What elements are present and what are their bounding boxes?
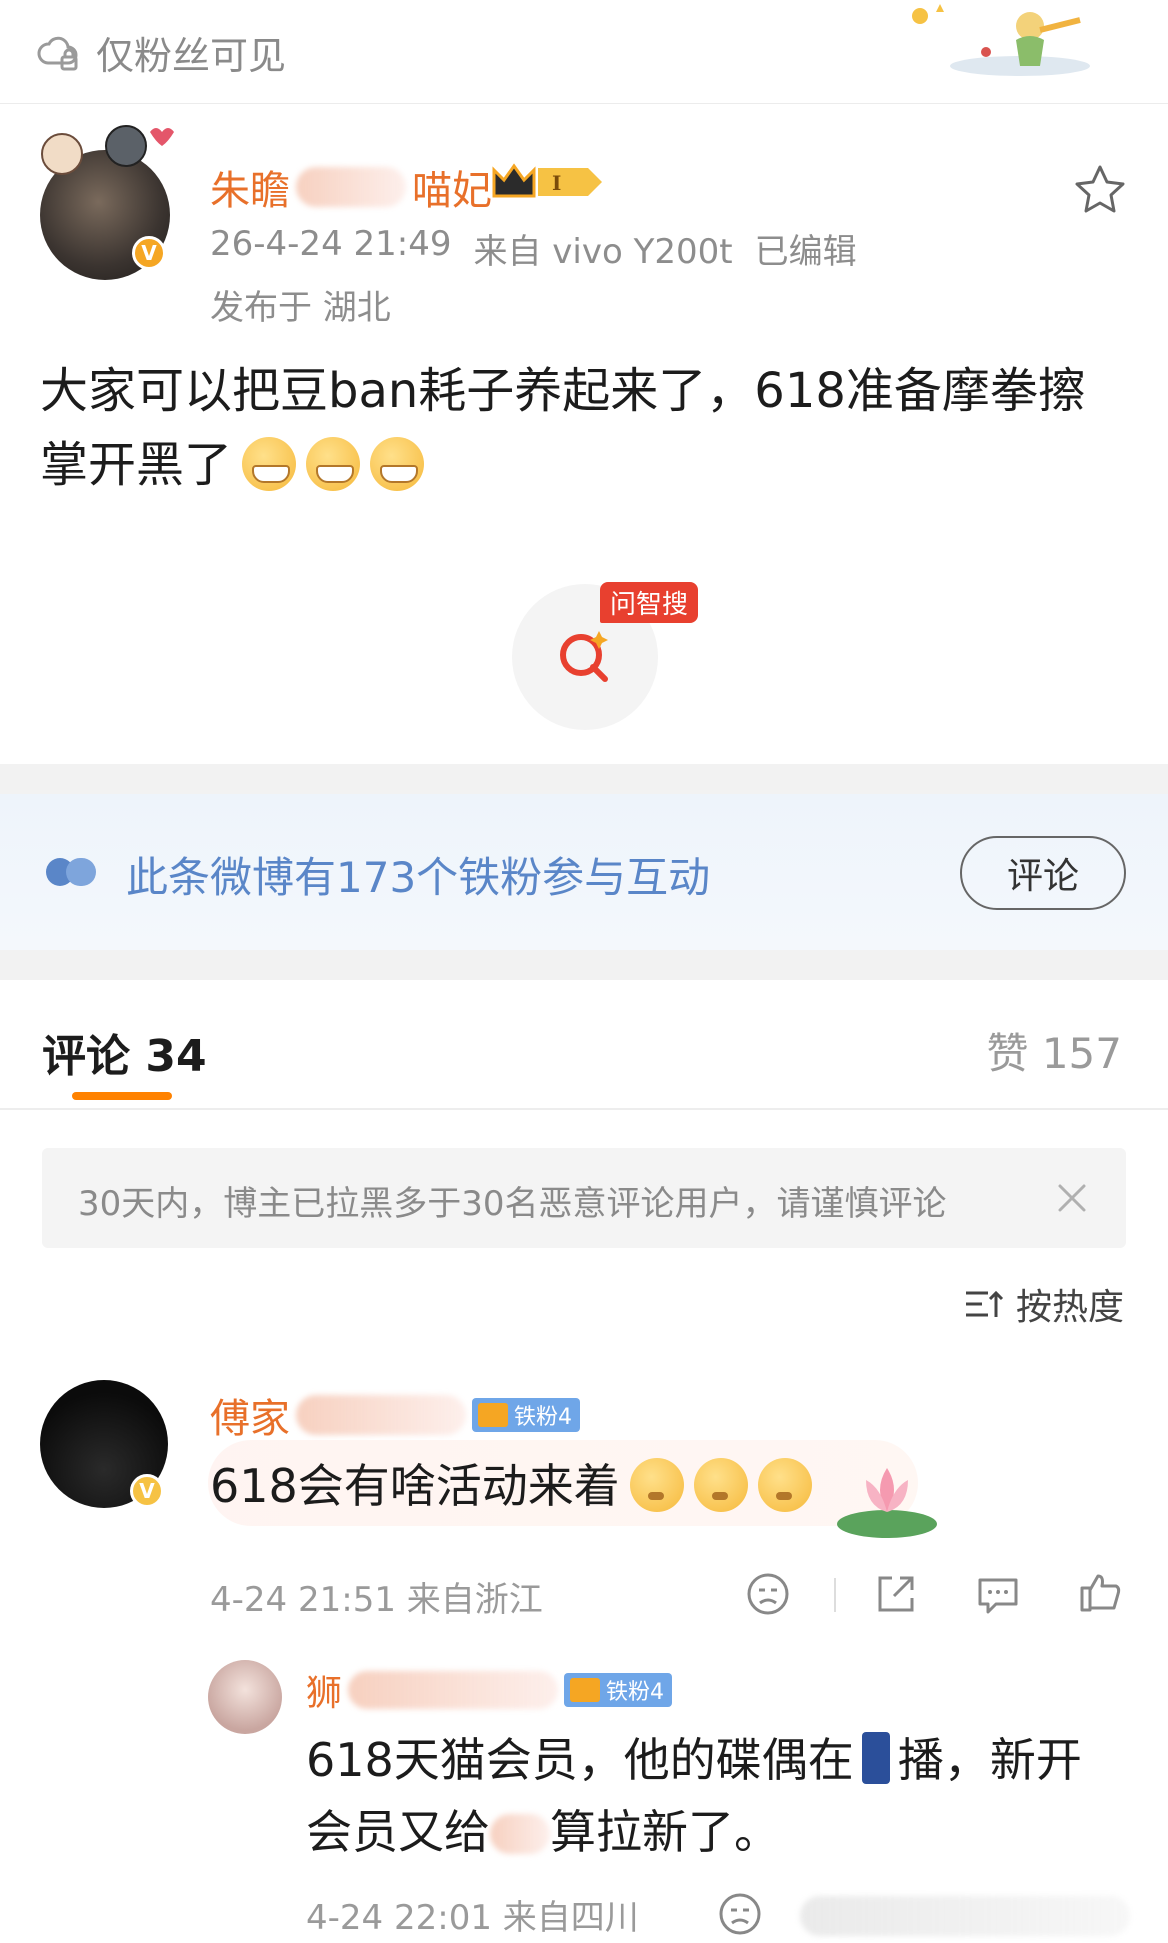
post-body-text: 大家可以把豆ban耗子养起来了，618准备摩拳擦掌开黑了 — [40, 363, 1086, 493]
comment-notice-text: 30天内，博主已拉黑多于30名恶意评论用户，请谨慎评论 — [78, 1184, 947, 1224]
comment-text-content: 618会有啥活动来着 — [210, 1459, 620, 1513]
reply-text-part3: 算拉新了。 — [550, 1805, 780, 1859]
active-tab-indicator — [72, 1092, 172, 1100]
dislike-face-icon[interactable] — [744, 1570, 792, 1618]
ask-search-tag: 问智搜 — [600, 582, 699, 623]
section-gap — [0, 950, 1168, 980]
author-name-tail: 喵妃 — [412, 168, 492, 214]
tab-comments-label: 评论 — [42, 1031, 130, 1082]
like-thumb-icon[interactable] — [1076, 1568, 1124, 1616]
verified-badge-icon: V — [130, 1474, 164, 1508]
post-timestamp: 26-4-24 21:49 — [210, 224, 452, 264]
fan-comment-button[interactable]: 评论 — [960, 836, 1126, 910]
tabs-divider — [0, 1108, 1168, 1110]
share-icon[interactable] — [872, 1570, 920, 1618]
commenter-name-visible: 傅家 — [210, 1396, 290, 1442]
reply-text-part1: 618天猫会员，他的碟偶在 — [306, 1733, 854, 1787]
verified-badge-icon: V — [132, 236, 166, 270]
fan-badge-label: 铁粉4 — [514, 1405, 572, 1430]
fan-interaction-text: 此条微博有173个铁粉参与互动 — [126, 853, 711, 902]
tab-likes-label: 赞 — [986, 1029, 1029, 1078]
reply-actions-redaction — [800, 1896, 1130, 1936]
shush-emoji-icon — [693, 1458, 748, 1512]
tab-comments-count: 34 — [145, 1031, 207, 1082]
fan-badge-label: 铁粉4 — [606, 1680, 665, 1705]
fan-badge-icon — [570, 1678, 601, 1702]
reply-name-visible: 狮 — [306, 1673, 343, 1714]
fan-level-badge: 铁粉4 — [564, 1673, 673, 1707]
commenter-name-redaction — [296, 1395, 466, 1435]
grinning-emoji-icon — [370, 437, 425, 491]
reply-text: 618天猫会员，他的碟偶在 播，新开会员又给 算拉新了。 — [306, 1724, 1126, 1868]
action-divider — [834, 1578, 836, 1612]
svg-text:I: I — [552, 171, 561, 195]
sort-label: 按热度 — [1015, 1287, 1124, 1328]
close-icon[interactable] — [1052, 1178, 1092, 1218]
post-meta: 26-4-24 21:49 来自 vivo Y200t 已编辑 — [210, 224, 857, 273]
author-name[interactable]: 朱瞻 喵妃 — [210, 158, 492, 216]
post-location: 发布于 湖北 — [210, 288, 391, 328]
reply-meta: 4-24 22:01 来自四川 — [306, 1898, 639, 1938]
section-gap — [0, 764, 1168, 794]
reply-name-redaction — [348, 1671, 559, 1709]
smart-search-icon — [560, 631, 608, 682]
comment-meta: 4-24 21:51 来自浙江 — [210, 1580, 543, 1620]
jeans-emoji-icon — [861, 1732, 890, 1784]
author-name-visible: 朱瞻 — [210, 168, 290, 214]
fan-interaction-icon — [46, 858, 96, 886]
sort-by-hot-button[interactable]: 按热度 — [964, 1278, 1124, 1330]
dislike-face-icon[interactable] — [716, 1890, 764, 1938]
reply-name[interactable]: 狮 铁粉4 — [306, 1664, 673, 1716]
tab-likes[interactable]: 赞 157 — [986, 1020, 1122, 1081]
grinning-emoji-icon — [242, 437, 297, 491]
author-name-redaction — [296, 167, 406, 207]
tab-likes-count: 157 — [1041, 1029, 1122, 1078]
privacy-indicator: 仅粉丝可见 — [36, 24, 286, 80]
sort-icon — [965, 1290, 1004, 1317]
reply-text-redaction — [490, 1814, 550, 1854]
shush-emoji-icon — [757, 1458, 812, 1512]
shush-emoji-icon — [629, 1458, 684, 1512]
post-source: 来自 vivo Y200t — [473, 232, 733, 272]
comment-text: 618会有啥活动来着 — [210, 1450, 812, 1516]
commenter-name[interactable]: 傅家 铁粉4 — [210, 1386, 580, 1444]
fan-badge-icon — [478, 1403, 508, 1427]
little-prince-decoration — [912, 4, 1090, 76]
fan-level-badge: 铁粉4 — [472, 1398, 580, 1432]
favorite-star-icon[interactable] — [1072, 162, 1128, 218]
post-edited: 已编辑 — [754, 232, 857, 272]
reply-avatar[interactable] — [208, 1660, 282, 1734]
comment-icon[interactable] — [974, 1570, 1022, 1618]
membership-crown-icon: I — [492, 163, 602, 198]
avatar-frame-pets-decoration — [41, 125, 174, 175]
post-body: 大家可以把豆ban耗子养起来了，618准备摩拳擦掌开黑了 — [40, 354, 1130, 502]
cloud-lock-icon — [37, 36, 78, 71]
grinning-emoji-icon — [306, 437, 361, 491]
tab-comments[interactable]: 评论 34 — [42, 1020, 207, 1084]
privacy-label: 仅粉丝可见 — [96, 33, 287, 78]
lotus-decoration-icon — [837, 1468, 937, 1538]
